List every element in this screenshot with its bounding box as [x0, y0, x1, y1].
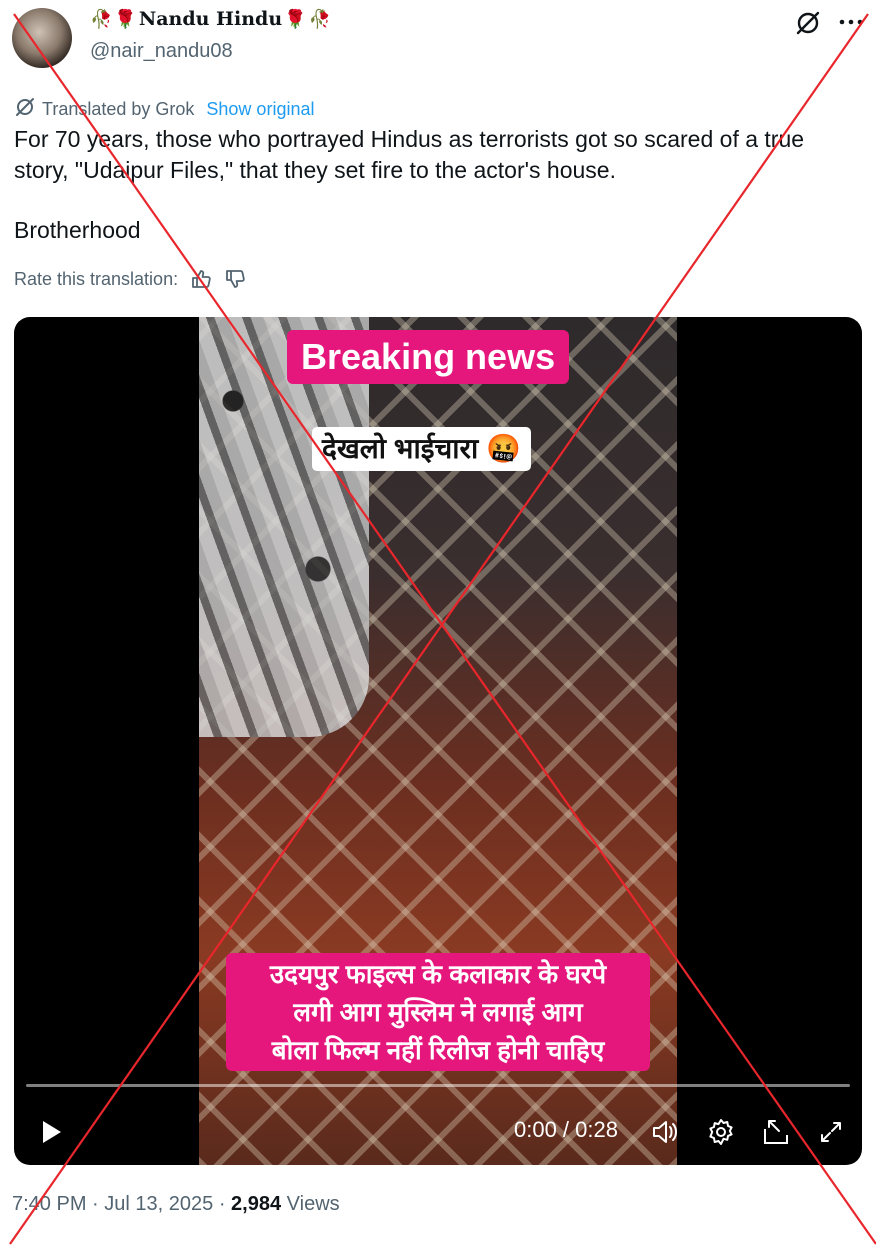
- subtitle-line: उदयपुर फाइल्स के कलाकार के घरपे: [269, 959, 607, 989]
- tweet-text-paragraph: Brotherhood: [14, 217, 141, 243]
- play-icon[interactable]: [36, 1117, 66, 1147]
- thumbs-down-icon[interactable]: [224, 268, 246, 290]
- translation-info: Translated by Grok Show original: [14, 96, 314, 123]
- pop-out-icon[interactable]: [761, 1117, 791, 1147]
- video-player[interactable]: Breaking news देखलो भाईचारा 🤬 उदयपुर फाइ…: [14, 317, 862, 1165]
- show-original-link[interactable]: Show original: [206, 99, 314, 120]
- video-progress-bar[interactable]: [26, 1084, 850, 1087]
- views-label: Views: [286, 1193, 340, 1215]
- video-subtitle: उदयपुर फाइल्स के कलाकार के घरपे लगी आग म…: [226, 953, 650, 1071]
- video-caption-label: देखलो भाईचारा 🤬: [312, 427, 531, 471]
- translated-by-label: Translated by Grok: [42, 99, 195, 119]
- wilted-rose-emoji: 🥀: [308, 8, 331, 30]
- video-time: 0:00 / 0:28: [514, 1117, 618, 1142]
- rate-translation: Rate this translation:: [14, 268, 246, 290]
- grok-icon: [14, 96, 36, 123]
- breaking-news-banner: Breaking news: [287, 330, 570, 384]
- wilted-rose-emoji: 🥀: [90, 8, 113, 30]
- thumbs-up-icon[interactable]: [190, 268, 212, 290]
- separator: ·: [92, 1193, 105, 1215]
- avatar[interactable]: [12, 8, 72, 68]
- separator: ·: [218, 1193, 232, 1215]
- user-handle[interactable]: @nair_nandu08: [90, 40, 233, 63]
- tweet-time[interactable]: 7:40 PM: [12, 1193, 86, 1215]
- display-name[interactable]: 🥀 🌹 Nandu Hindu 🌹 🥀: [90, 8, 331, 30]
- rose-emoji: 🌹: [284, 8, 307, 30]
- volume-icon[interactable]: [650, 1117, 680, 1147]
- tweet-text-paragraph: For 70 years, those who portrayed Hindus…: [14, 126, 805, 183]
- more-options-icon[interactable]: [836, 10, 866, 34]
- display-name-text: Nandu Hindu: [138, 8, 283, 30]
- fullscreen-icon[interactable]: [816, 1117, 846, 1147]
- rate-translation-label: Rate this translation:: [14, 268, 179, 289]
- settings-gear-icon[interactable]: [706, 1117, 736, 1147]
- tweet-text: For 70 years, those who portrayed Hindus…: [14, 124, 864, 246]
- rose-emoji: 🌹: [114, 8, 137, 30]
- grok-icon[interactable]: [794, 9, 822, 37]
- tweet-metadata: 7:40 PM · Jul 13, 2025 · 2,984 Views: [12, 1193, 340, 1216]
- subtitle-line: बोला फिल्म नहीं रिलीज होनी चाहिए: [271, 1035, 605, 1065]
- views-count: 2,984: [231, 1193, 282, 1215]
- tweet-date[interactable]: Jul 13, 2025: [104, 1193, 213, 1215]
- subtitle-line: लगी आग मुस्लिम ने लगाई आग: [293, 997, 583, 1027]
